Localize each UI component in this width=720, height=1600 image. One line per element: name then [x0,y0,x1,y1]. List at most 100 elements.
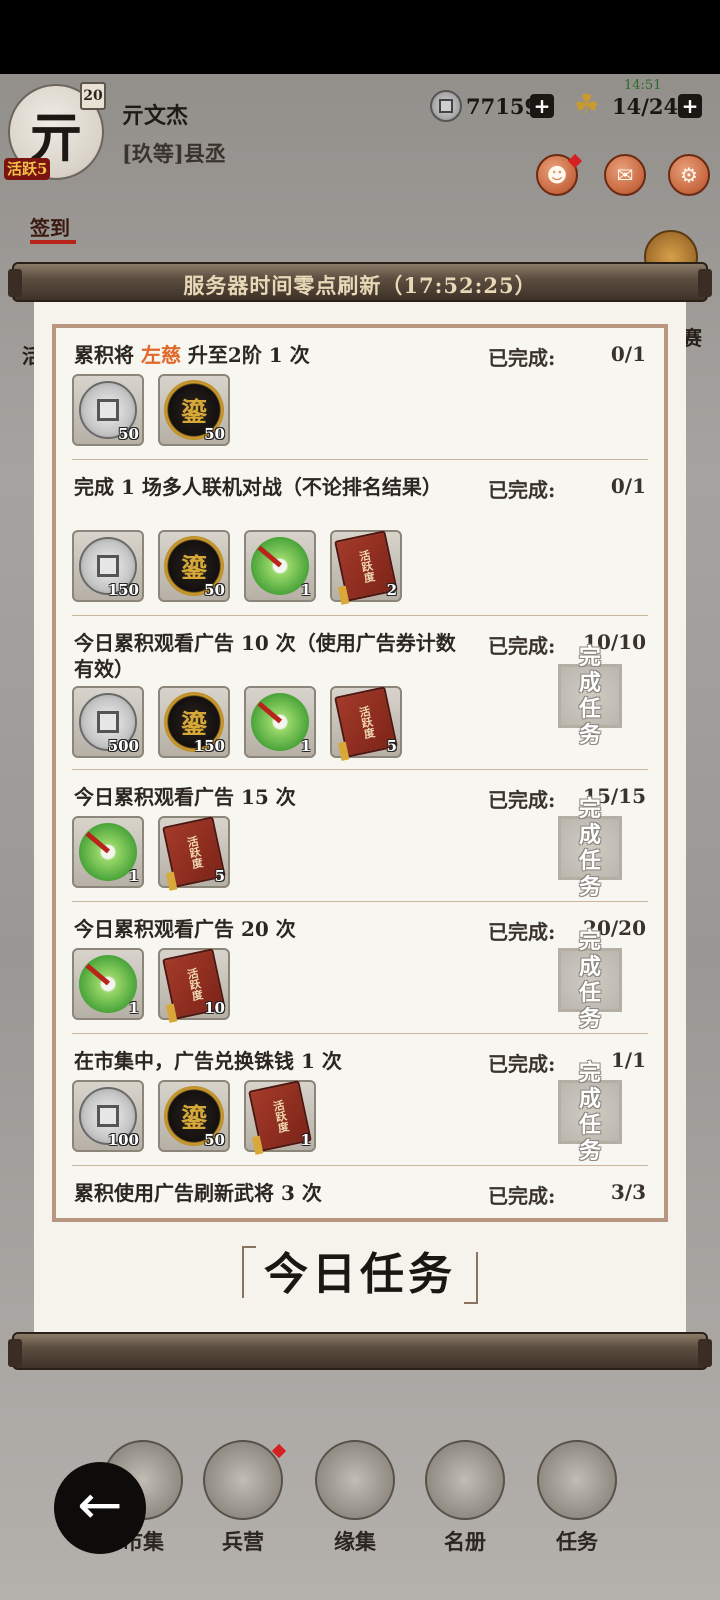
reward-list: 1 活跃度 10 [72,948,230,1020]
reward-quantity: 1 [300,581,311,599]
reward-item-gold[interactable]: 鎏 50 [158,374,230,446]
task-title: 今日累积观看广告 20 次 [74,916,466,942]
task-hero-name: 左慈 [140,343,181,367]
task-row: 今日累积观看广告 10 次（使用广告券计数有效） 已完成: 10/10 500 鎏 150… [72,616,648,770]
task-status-label: 已完成: [488,478,556,502]
reward-quantity: 1 [300,737,311,755]
complete-task-button[interactable]: 完成任务 [558,796,622,900]
player-name: 亓文杰 [122,103,189,129]
task-title-text: 今日累积观看广告 15 次 [74,785,296,809]
task-status-label: 已完成: [488,1184,556,1208]
add-coins-button[interactable]: + [530,94,554,118]
player-rank: [玖等]县丞 [122,141,226,166]
reward-item-gold[interactable]: 鎏 150 [158,686,230,758]
rod-cap-right [698,1339,712,1367]
task-progress: 3/3 [610,1180,646,1204]
reward-quantity: 100 [107,1131,139,1149]
reward-list: 1 活跃度 5 [72,816,230,888]
reward-item-jade[interactable]: 1 [72,948,144,1020]
task-title: 今日累积观看广告 10 次（使用广告券计数有效） [74,630,466,682]
rod-cap-left [8,1339,22,1367]
task-row: 今日累积观看广告 20 次已完成: 20/20 1 活跃度 10 完成任务 [72,902,648,1034]
task-title-text: 累积使用广告刷新武将 3 次 [74,1181,322,1205]
complete-task-button[interactable]: 完成任务 [558,928,622,1032]
reward-item-copper[interactable]: 100 [72,1080,144,1152]
refresh-time-text: 服务器时间零点刷新（17:52:25） [183,273,537,298]
reward-item-jade[interactable]: 1 [244,530,316,602]
task-progress: 0/1 [610,474,646,498]
reward-item-gold[interactable]: 鎏 50 [158,1080,230,1152]
sign-in-label[interactable]: 签到 [30,212,70,241]
clock: 14:51 [624,78,662,93]
complete-task-button[interactable]: 完成任务 [558,1060,622,1164]
reward-item-jade[interactable]: 1 [244,686,316,758]
reward-item-book[interactable]: 活跃度 2 [330,530,402,602]
reward-quantity: 5 [214,867,225,885]
reward-quantity: 150 [107,581,139,599]
nav-item-4[interactable]: 名册 [420,1440,510,1556]
task-row: 今日累积观看广告 15 次已完成: 15/15 1 活跃度 5 完成任务 [72,770,648,902]
reward-quantity: 50 [204,581,225,599]
reward-quantity: 500 [107,737,139,755]
grain-value: 14/24 [612,94,679,119]
activity-badge: 活跃5 [4,158,51,180]
nav-item-3[interactable]: 缘集 [310,1440,400,1556]
reward-item-copper[interactable]: 500 [72,686,144,758]
reward-item-book[interactable]: 活跃度 1 [244,1080,316,1152]
scroll-top-rod: 服务器时间零点刷新（17:52:25） [8,262,712,302]
back-arrow-icon[interactable]: ← [54,1462,146,1554]
task-status-label: 已完成: [488,634,556,658]
reward-list: 100 鎏 50 活跃度 1 [72,1080,316,1152]
task-status-label: 已完成: [488,1052,556,1076]
reward-list: 500 鎏 150 1 活跃度 5 [72,686,402,758]
reward-list: 50 鎏 50 [72,374,230,446]
barracks-icon [203,1440,283,1520]
task-status-label: 已完成: [488,346,556,370]
add-grain-button[interactable]: + [678,94,702,118]
reward-list: 150 鎏 50 1 活跃度 2 [72,530,402,602]
fate-book-icon [315,1440,395,1520]
task-progress: 1/1 [610,1048,646,1072]
task-scroll-icon [537,1440,617,1520]
task-title-text: 完成 1 场多人联机对战（不论排名结果） [74,475,442,499]
task-title-text: 今日累积观看广告 10 次（使用广告券计数有效） [74,631,456,681]
task-title: 完成 1 场多人联机对战（不论排名结果） [74,474,466,500]
nav-label: 兵营 [222,1529,264,1554]
daily-tasks-title: 今日任务 [242,1242,478,1308]
task-status-label: 已完成: [488,920,556,944]
reward-item-gold[interactable]: 鎏 50 [158,530,230,602]
reward-quantity: 1 [128,867,139,885]
reward-quantity: 50 [118,425,139,443]
reward-quantity: 10 [204,999,225,1017]
coin-value: 77159 [466,94,540,119]
level-badge: 20 [80,82,106,110]
nav-label: 缘集 [334,1529,376,1554]
grain-icon: ☘ [574,88,600,121]
nav-item-2[interactable]: 兵营 [198,1440,288,1556]
settings-gear-icon[interactable]: ⚙ [668,154,710,196]
reward-item-book[interactable]: 活跃度 5 [158,816,230,888]
reward-item-book[interactable]: 活跃度 5 [330,686,402,758]
nav-label: 任务 [556,1529,598,1554]
task-row: 完成 1 场多人联机对战（不论排名结果） 已完成: 0/1 150 鎏 50 1 活跃度 2 [72,460,648,616]
reward-item-jade[interactable]: 1 [72,816,144,888]
nav-item-5[interactable]: 任务 [532,1440,622,1556]
task-title-text: 升至2阶 1 次 [180,343,310,367]
complete-task-button[interactable]: 完成任务 [558,644,622,748]
reward-item-copper[interactable]: 150 [72,530,144,602]
task-title-text: 在市集中，广告兑换铢钱 1 次 [74,1049,342,1073]
mail-icon[interactable]: ✉ [604,154,646,196]
reward-quantity: 1 [300,1131,311,1149]
reward-item-copper[interactable]: 50 [72,374,144,446]
reward-quantity: 1 [128,999,139,1017]
task-title-text: 今日累积观看广告 20 次 [74,917,296,941]
task-status-label: 已完成: [488,788,556,812]
reward-item-book[interactable]: 活跃度 10 [158,948,230,1020]
task-list[interactable]: 累积将 左慈 升至2阶 1 次已完成: 0/1 50 鎏 50 完成 1 场多人联机对战（… [56,328,664,1212]
task-title: 在市集中，广告兑换铢钱 1 次 [74,1048,466,1074]
task-title: 今日累积观看广告 15 次 [74,784,466,810]
reward-quantity: 50 [204,1131,225,1149]
task-list-frame[interactable]: 累积将 左慈 升至2阶 1 次已完成: 0/1 50 鎏 50 完成 1 场多人联机对战（… [52,324,668,1222]
reward-quantity: 5 [386,737,397,755]
reward-quantity: 50 [204,425,225,443]
